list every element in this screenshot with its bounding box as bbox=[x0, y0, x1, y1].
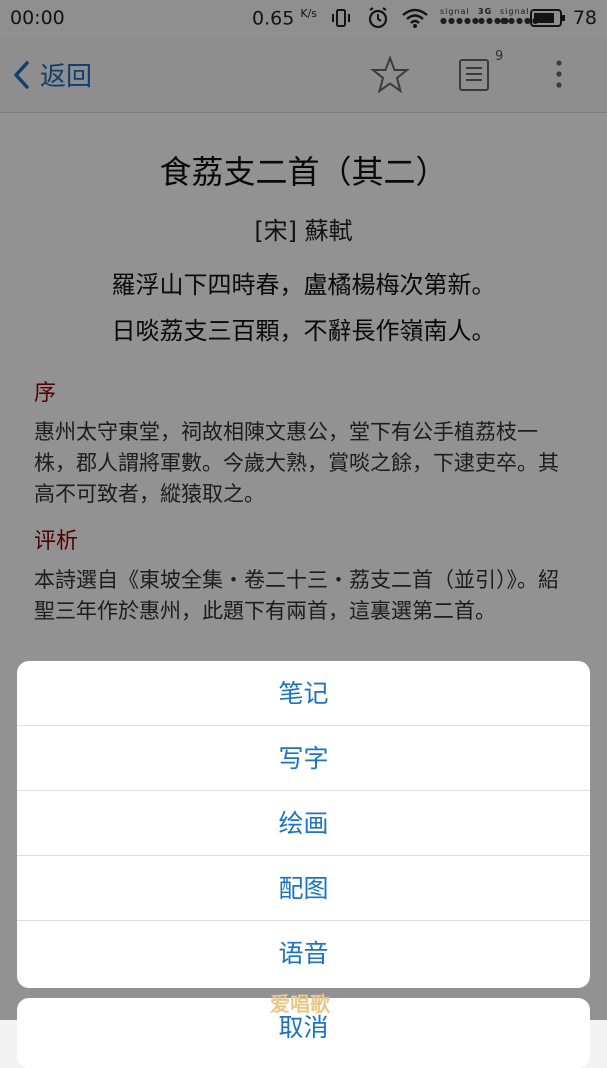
action-add-image[interactable]: 配图 bbox=[17, 856, 590, 921]
action-sheet: 笔记 写字 绘画 配图 语音 bbox=[17, 661, 590, 988]
action-note[interactable]: 笔记 bbox=[17, 661, 590, 726]
action-handwriting[interactable]: 写字 bbox=[17, 726, 590, 791]
action-drawing[interactable]: 绘画 bbox=[17, 791, 590, 856]
action-voice[interactable]: 语音 bbox=[17, 921, 590, 986]
watermark-text: 爱唱歌 bbox=[270, 992, 330, 1016]
